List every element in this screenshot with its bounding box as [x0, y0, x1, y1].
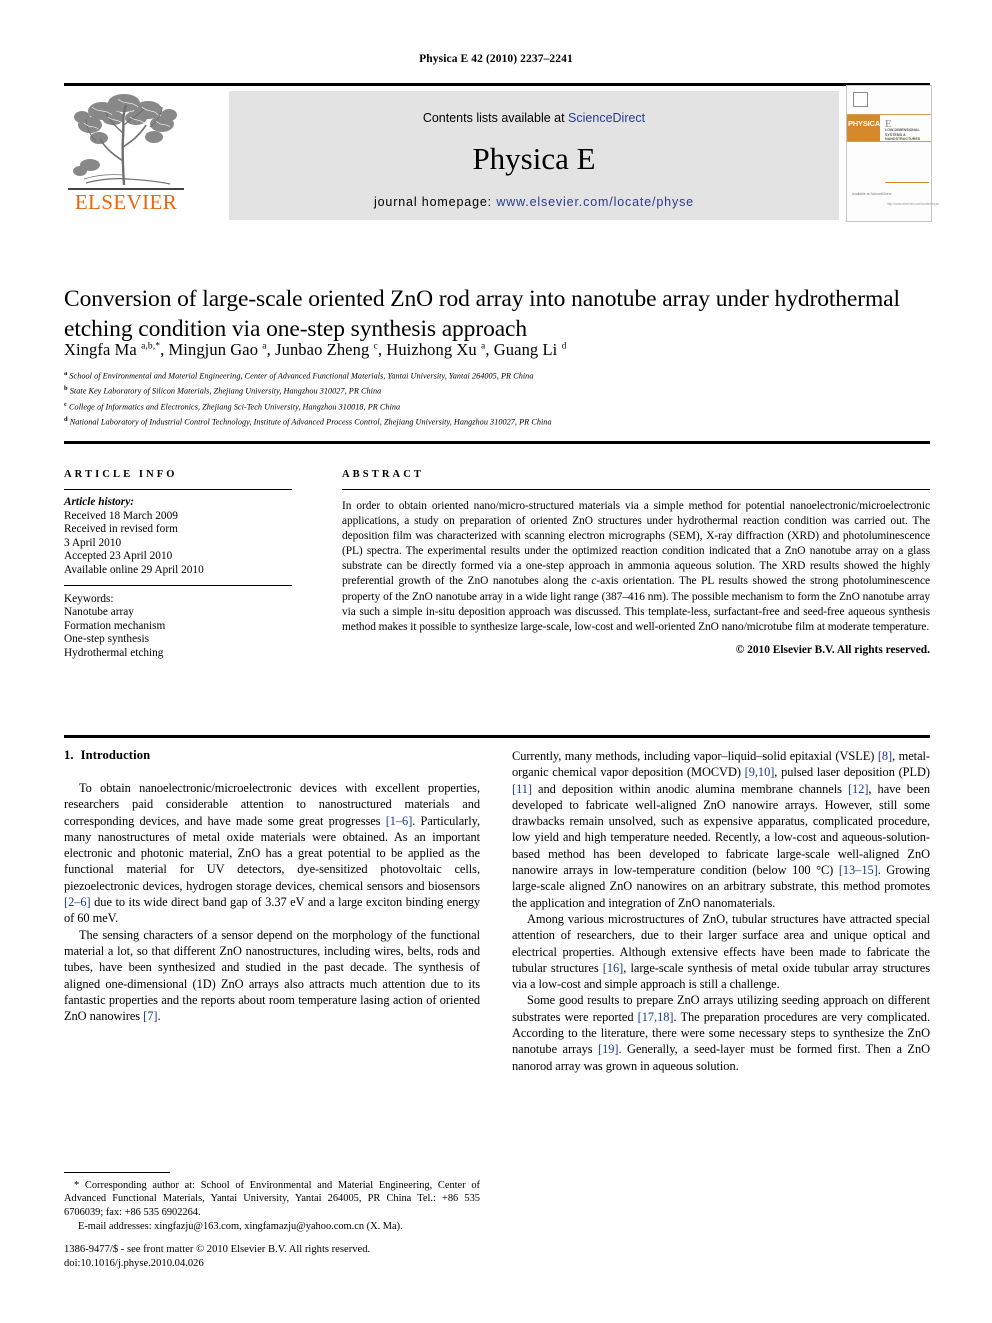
right-column-paragraphs: Currently, many methods, including vapor… — [512, 748, 930, 1074]
running-head: Physica E 42 (2010) 2237–2241 — [419, 53, 573, 65]
article-history-line: Available online 29 April 2010 — [64, 563, 204, 576]
keyword-item: Formation mechanism — [64, 619, 166, 632]
article-info-section: ARTICLE INFO Article history: Received 1… — [64, 469, 292, 661]
article-history-line: Received in revised form — [64, 523, 178, 536]
elsevier-tree-icon — [66, 91, 186, 189]
article-history-label: Article history: — [64, 496, 134, 508]
affiliation-line: d National Laboratory of Industrial Cont… — [64, 415, 552, 427]
journal-banner: ELSEVIER Contents lists available at Sci… — [64, 83, 940, 222]
affiliation-marker: d — [64, 415, 68, 423]
reference-citation-link[interactable]: [19] — [598, 1042, 619, 1056]
body-paragraph: Some good results to prepare ZnO arrays … — [512, 993, 930, 1073]
doi-line[interactable]: doi:10.1016/j.physe.2010.04.026 — [64, 1257, 484, 1271]
body-paragraph: Currently, many methods, including vapor… — [512, 749, 931, 910]
paper-page: Physica E 42 (2010) 2237–2241 ELSEVIER C… — [0, 0, 992, 1323]
journal-homepage-line: journal homepage: www.elsevier.com/locat… — [229, 195, 839, 209]
banner-center-panel: Contents lists available at ScienceDirec… — [229, 91, 839, 220]
abstract-heading: ABSTRACT — [342, 469, 424, 480]
author-list: Xingfa Ma a,b,*, Mingjun Gao a, Junbao Z… — [64, 340, 567, 359]
reference-citation-link[interactable]: [9,10] — [745, 765, 775, 779]
affiliation-marker: c — [64, 400, 67, 408]
elsevier-logo: ELSEVIER — [64, 91, 219, 220]
body-paragraph: Among various microstructures of ZnO, tu… — [512, 911, 931, 992]
abstract-text: In order to obtain oriented nano/micro-s… — [342, 500, 930, 633]
cover-footer-left: Available at ScienceDirect — [852, 192, 892, 196]
footnote-block: * Corresponding author at: School of Env… — [64, 1172, 480, 1234]
keywords-list: Nanotube array Formation mechanism One-ste… — [64, 606, 292, 660]
article-info-heading: ARTICLE INFO — [64, 469, 178, 480]
journal-homepage-link[interactable]: www.elsevier.com/locate/physe — [496, 195, 694, 209]
elsevier-wordmark: ELSEVIER — [74, 190, 178, 214]
article-title: Conversion of large-scale oriented ZnO r… — [64, 285, 900, 342]
journal-title: Physica E — [472, 141, 596, 176]
email-addresses-label: E-mail addresses: — [78, 1221, 152, 1233]
corresponding-author-note: * Corresponding author at: School of Env… — [64, 1180, 480, 1218]
article-history-lines: Received 18 March 2009 Received in revise… — [64, 510, 292, 578]
section-number: 1. — [64, 748, 74, 762]
cover-title-band: PHYSICA E LOW-DIMENSIONAL SYSTEMS & NANO… — [847, 114, 931, 142]
affiliation-marker: b — [64, 385, 68, 393]
abstract-section: ABSTRACT In order to obtain oriented nan… — [342, 469, 930, 656]
email-addresses-value[interactable]: xingfazju@163.com, xingfamazju@yahoo.com… — [152, 1221, 403, 1232]
article-history-line: Accepted 23 April 2010 — [64, 550, 173, 563]
reference-citation-link[interactable]: [13–15] — [839, 863, 878, 877]
article-history-line: Received 18 March 2009 — [64, 509, 178, 522]
keyword-item: Nanotube array — [64, 606, 134, 619]
imprint-block: 1386-9477/$ - see front matter © 2010 El… — [64, 1243, 484, 1271]
info-bottom-rule — [64, 735, 930, 738]
article-history-block: Article history: Received 18 March 2009 R… — [64, 490, 292, 578]
cover-divider — [885, 182, 929, 183]
reference-citation-link[interactable]: [11] — [512, 782, 532, 796]
body-column-left: 1. Introduction To obtain nanoelectronic/… — [64, 748, 480, 1024]
affiliation-line: a School of Environmental and Material E… — [64, 370, 534, 381]
affiliation-line: c College of Informatics and Electronics… — [64, 400, 401, 412]
contents-prefix-text: Contents lists available at — [422, 111, 569, 125]
footnote-rule — [64, 1172, 170, 1173]
journal-cover-thumbnail: PHYSICA E LOW-DIMENSIONAL SYSTEMS & NANO… — [846, 85, 940, 222]
affiliation-list: a School of Environmental and Material E… — [64, 368, 930, 429]
reference-citation-link[interactable]: [2–6] — [64, 895, 91, 909]
info-top-rule — [64, 441, 930, 444]
banner-top-rule — [64, 83, 930, 86]
reference-citation-link[interactable]: [1–6] — [386, 814, 413, 828]
email-addresses-note: E-mail addresses: xingfazju@163.com, xin… — [64, 1220, 480, 1233]
reference-citation-link[interactable]: [8] — [878, 749, 892, 763]
cover-footer-right: http://www.elsevier.com/locate/physe — [887, 202, 940, 206]
affiliation-line: b State Key Laboratory of Silicon Materi… — [64, 385, 382, 397]
contents-available-line: Contents lists available at ScienceDirec… — [229, 111, 839, 125]
body-paragraph: To obtain nanoelectronic/microelectronic… — [64, 781, 480, 926]
body-paragraph: The sensing characters of a sensor depen… — [64, 927, 480, 1024]
cover-journal-subtitle: LOW-DIMENSIONAL SYSTEMS & NANOSTRUCTURES — [885, 128, 921, 142]
homepage-prefix-text: journal homepage: — [374, 195, 497, 209]
abstract-copyright: © 2010 Elsevier B.V. All rights reserved… — [735, 643, 930, 656]
keywords-label: Keywords: — [64, 592, 114, 605]
cover-journal-name: PHYSICA — [848, 119, 880, 128]
section-heading-introduction: 1. Introduction — [64, 748, 480, 763]
issn-line: 1386-9477/$ - see front matter © 2010 El… — [64, 1244, 371, 1255]
reference-citation-link[interactable]: [16] — [603, 961, 624, 975]
keyword-item: One-step synthesis — [64, 633, 150, 646]
keywords-block: Keywords: Nanotube array Formation mechan… — [64, 586, 292, 661]
cover-corner-mark — [853, 92, 868, 107]
keyword-item: Hydrothermal etching — [64, 646, 164, 659]
body-column-right: Currently, many methods, including vapor… — [512, 748, 930, 1074]
affiliation-marker: a — [64, 370, 68, 377]
reference-citation-link[interactable]: [17,18] — [638, 1010, 674, 1024]
reference-citation-link[interactable]: [12] — [848, 782, 869, 796]
article-history-line: 3 April 2010 — [64, 536, 122, 549]
left-column-paragraphs: To obtain nanoelectronic/microelectronic… — [64, 780, 480, 1024]
sciencedirect-link[interactable]: ScienceDirect — [568, 111, 645, 125]
abstract-italic-term: c — [591, 575, 597, 588]
section-title: Introduction — [80, 748, 151, 762]
reference-citation-link[interactable]: [7] — [143, 1009, 157, 1023]
